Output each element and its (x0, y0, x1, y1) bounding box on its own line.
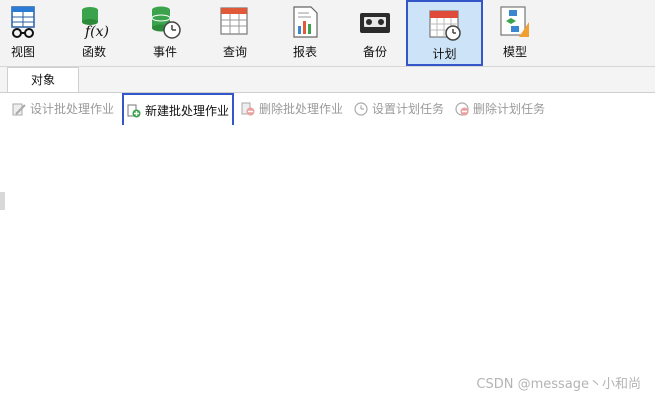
batch-job-list-area[interactable] (0, 125, 655, 401)
ribbon-toolbar: 视图 f(x) 函数 事件 查询 报表 备份 计划 模型 (0, 0, 655, 67)
delete-batch-job-button[interactable]: 删除批处理作业 (241, 99, 343, 119)
new-batch-job-icon (127, 104, 141, 118)
delete-schedule-button[interactable]: 删除计划任务 (455, 99, 545, 119)
watermark-text: CSDN @message丶小和尚 (476, 377, 641, 392)
view-icon (11, 6, 35, 38)
design-batch-job-label: 设计批处理作业 (30, 102, 115, 116)
ribbon-model-label: 模型 (502, 45, 527, 59)
backup-icon (360, 13, 390, 33)
ribbon-event-label: 事件 (152, 45, 177, 59)
panel-splitter-handle[interactable] (0, 192, 5, 210)
ribbon-function-button[interactable]: f(x) 函数 (59, 0, 129, 64)
ribbon-schedule-label: 计划 (432, 47, 457, 61)
function-icon: f(x) (82, 7, 109, 40)
set-schedule-label: 设置计划任务 (372, 102, 445, 116)
new-batch-job-button[interactable]: 新建批处理作业 (122, 93, 235, 127)
delete-schedule-icon (455, 102, 469, 116)
ribbon-report-button[interactable]: 报表 (270, 0, 340, 64)
ribbon-event-button[interactable]: 事件 (130, 0, 200, 64)
svg-text:f(x): f(x) (84, 24, 109, 40)
batch-job-toolbar: 设计批处理作业 新建批处理作业 删除批处理作业 设置计划任务 删除计划任务 (0, 93, 655, 127)
query-icon (220, 7, 248, 35)
clock-icon (354, 102, 368, 116)
ribbon-backup-button[interactable]: 备份 (340, 0, 410, 64)
model-icon (500, 6, 529, 37)
ribbon-model-button[interactable]: 模型 (480, 0, 550, 64)
delete-batch-job-icon (241, 102, 255, 116)
ribbon-query-button[interactable]: 查询 (200, 0, 270, 64)
schedule-icon (428, 10, 461, 41)
design-batch-job-button[interactable]: 设计批处理作业 (12, 99, 114, 119)
ribbon-view-button[interactable]: 视图 (0, 0, 58, 64)
design-icon (12, 103, 26, 116)
ribbon-schedule-button[interactable]: 计划 (406, 0, 483, 66)
ribbon-query-label: 查询 (222, 45, 247, 59)
delete-schedule-label: 删除计划任务 (473, 102, 546, 116)
ribbon-view-label: 视图 (10, 45, 35, 59)
set-schedule-button[interactable]: 设置计划任务 (354, 99, 444, 119)
object-tab-bar: 对象 (0, 67, 655, 93)
new-batch-job-label: 新建批处理作业 (145, 104, 230, 118)
delete-batch-job-label: 删除批处理作业 (259, 102, 344, 116)
event-icon (151, 6, 181, 39)
ribbon-backup-label: 备份 (362, 45, 387, 59)
ribbon-function-label: 函数 (81, 45, 106, 59)
report-icon (293, 6, 318, 38)
ribbon-report-label: 报表 (292, 45, 317, 59)
tab-objects[interactable]: 对象 (7, 67, 79, 92)
